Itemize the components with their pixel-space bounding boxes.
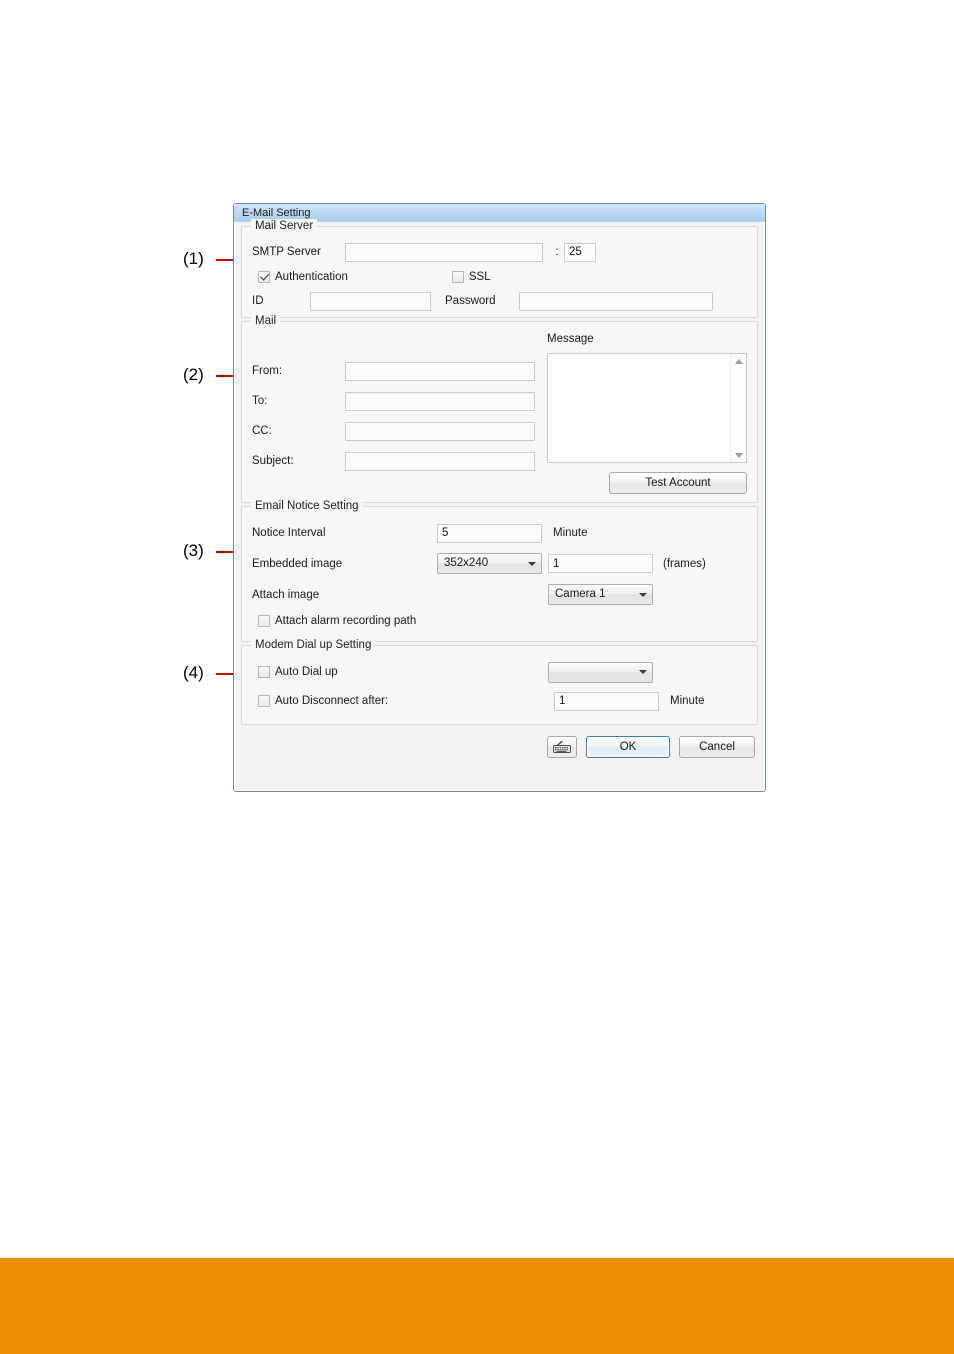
page-footer-band — [0, 1258, 954, 1354]
chevron-down-icon[interactable] — [523, 562, 541, 566]
email-notice-group-content: Notice Interval Minute Embedded image 35… — [242, 507, 757, 640]
notice-interval-row: Notice Interval Minute — [252, 518, 747, 548]
auto-disconnect-checkbox[interactable]: Auto Disconnect after: — [258, 694, 554, 708]
keyboard-icon — [553, 740, 571, 753]
auto-disconnect-input[interactable] — [554, 691, 659, 711]
from-row: From: — [252, 356, 535, 386]
ssl-label: SSL — [468, 271, 491, 283]
cc-row: CC: — [252, 416, 535, 446]
dialog-title: E-Mail Setting — [242, 207, 311, 219]
auto-disconnect-label: Auto Disconnect after: — [275, 695, 389, 707]
callout-4-label: (4) — [183, 663, 204, 682]
smtp-port-input[interactable] — [564, 242, 596, 262]
smtp-server-label: SMTP Server — [252, 246, 321, 258]
password-label: Password — [445, 295, 496, 307]
auto-disconnect-unit: Minute — [670, 695, 705, 707]
ssl-checkbox[interactable]: SSL — [451, 270, 491, 284]
authentication-label: Authentication — [275, 271, 348, 283]
modem-dialup-group: Modem Dial up Setting Auto Dial up Auto … — [241, 638, 758, 725]
to-row: To: — [252, 386, 535, 416]
virtual-keyboard-button[interactable] — [547, 736, 577, 758]
cc-label: CC: — [252, 425, 272, 437]
callout-1-label: (1) — [183, 249, 204, 268]
attach-image-row: Attach image Camera 1 — [252, 579, 747, 610]
test-account-row: Test Account — [547, 472, 747, 494]
id-password-row: ID Password — [252, 289, 747, 313]
mail-server-group-content: SMTP Server : Authentication SSL — [242, 227, 757, 321]
id-input[interactable] — [310, 291, 431, 311]
auto-disconnect-row: Auto Disconnect after: Minute — [252, 687, 747, 715]
notice-interval-label: Notice Interval — [252, 527, 326, 539]
attach-alarm-label: Attach alarm recording path — [275, 615, 417, 627]
auth-ssl-row: Authentication SSL — [252, 265, 747, 289]
auto-dialup-label: Auto Dial up — [275, 666, 338, 678]
id-label: ID — [252, 295, 264, 307]
message-scrollbar[interactable] — [730, 354, 746, 462]
from-label: From: — [252, 365, 283, 377]
auto-dialup-dropdown[interactable] — [548, 661, 653, 683]
test-account-button[interactable]: Test Account — [609, 472, 747, 494]
dialog-footer: OK Cancel — [241, 736, 758, 758]
from-input[interactable] — [345, 361, 535, 381]
chevron-down-icon[interactable] — [634, 670, 652, 674]
mail-group: Mail From: To: CC: Subject: Message Test… — [241, 314, 758, 503]
authentication-checkbox-box[interactable] — [258, 271, 270, 283]
notice-interval-input[interactable] — [437, 523, 542, 543]
attach-alarm-checkbox-box[interactable] — [258, 615, 270, 627]
ssl-checkbox-box[interactable] — [451, 271, 464, 283]
auto-dialup-row: Auto Dial up — [252, 657, 747, 687]
mail-group-title: Mail — [251, 314, 281, 328]
embedded-frames-input[interactable] — [548, 554, 653, 573]
cancel-button[interactable]: Cancel — [679, 736, 755, 758]
attach-image-value: Camera 1 — [555, 588, 606, 600]
scrollbar-track[interactable] — [731, 368, 746, 448]
auto-dialup-checkbox[interactable]: Auto Dial up — [258, 665, 548, 679]
callout-3-label: (3) — [183, 541, 204, 560]
attach-alarm-checkbox[interactable]: Attach alarm recording path — [258, 614, 416, 628]
smtp-server-input[interactable] — [345, 242, 543, 262]
mail-server-group: Mail Server SMTP Server : Authentication — [241, 219, 758, 321]
frames-unit-label: (frames) — [663, 557, 706, 570]
message-label: Message — [547, 333, 594, 345]
callout-2-label: (2) — [183, 365, 204, 384]
attach-image-dropdown[interactable]: Camera 1 — [548, 584, 653, 605]
mail-fields-column: From: To: CC: Subject: — [252, 332, 535, 494]
modem-dialup-group-content: Auto Dial up Auto Disconnect after: Minu… — [242, 646, 757, 723]
embedded-image-value: 352x240 — [444, 557, 489, 569]
smtp-colon-separator: : — [555, 246, 559, 258]
message-column: Message Test Account — [547, 332, 747, 494]
subject-label: Subject: — [252, 455, 294, 467]
auto-disconnect-checkbox-box[interactable] — [258, 695, 270, 707]
email-setting-dialog: E-Mail Setting Mail Server SMTP Server :… — [233, 203, 766, 792]
authentication-checkbox[interactable]: Authentication — [258, 270, 348, 284]
embedded-image-label: Embedded image — [252, 557, 343, 570]
message-textarea[interactable] — [548, 354, 731, 462]
scroll-down-icon[interactable] — [731, 448, 746, 462]
cc-input[interactable] — [345, 421, 535, 441]
attach-alarm-row: Attach alarm recording path — [252, 610, 747, 632]
attach-image-label: Attach image — [252, 588, 320, 601]
subject-input[interactable] — [345, 451, 535, 471]
notice-interval-unit: Minute — [553, 527, 588, 539]
mail-server-group-title: Mail Server — [251, 219, 318, 233]
to-label: To: — [252, 395, 268, 407]
embedded-image-dropdown[interactable]: 352x240 — [437, 553, 542, 574]
smtp-server-row: SMTP Server : — [252, 239, 747, 265]
chevron-down-icon[interactable] — [634, 593, 652, 597]
dialog-body: Mail Server SMTP Server : Authentication — [234, 219, 765, 764]
password-input[interactable] — [519, 291, 713, 311]
subject-row: Subject: — [252, 446, 535, 476]
auto-dialup-checkbox-box[interactable] — [258, 666, 270, 678]
modem-dialup-group-title: Modem Dial up Setting — [251, 638, 376, 652]
email-notice-group-title: Email Notice Setting — [251, 499, 363, 513]
embedded-image-row: Embedded image 352x240 (frames) — [252, 548, 747, 579]
message-box — [547, 353, 747, 463]
email-notice-group: Email Notice Setting Notice Interval Min… — [241, 499, 758, 642]
to-input[interactable] — [345, 391, 535, 411]
scroll-up-icon[interactable] — [731, 354, 746, 368]
ok-button[interactable]: OK — [586, 736, 670, 758]
mail-group-content: From: To: CC: Subject: Message Test Acco… — [242, 322, 757, 502]
